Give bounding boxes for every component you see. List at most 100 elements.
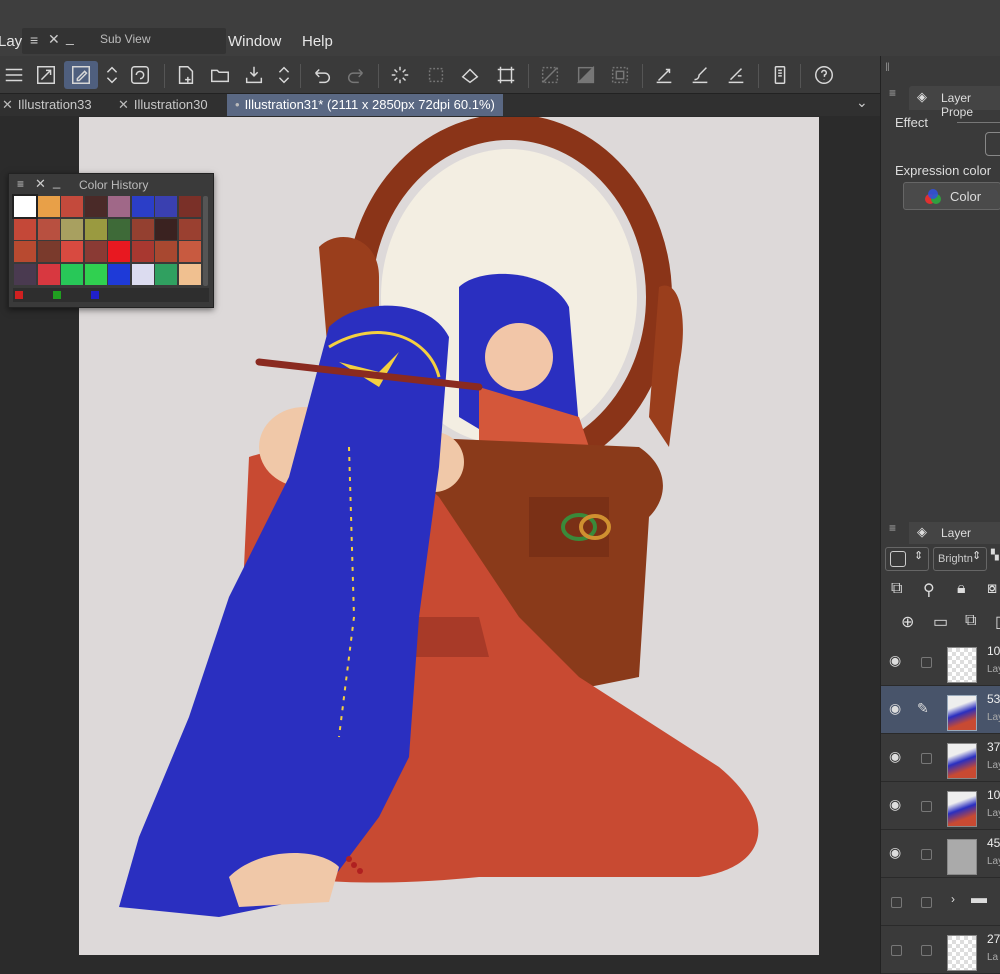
close-icon[interactable]: ✕ xyxy=(48,31,60,48)
visibility-checkbox[interactable] xyxy=(891,945,902,956)
color-swatch[interactable] xyxy=(37,263,60,285)
color-swatch[interactable] xyxy=(131,241,154,262)
lock-checkbox[interactable] xyxy=(921,753,932,764)
smartphone-icon[interactable] xyxy=(766,61,794,89)
color-swatch[interactable] xyxy=(155,196,177,217)
selection-icon[interactable] xyxy=(422,61,450,89)
color-swatch[interactable] xyxy=(155,263,177,285)
color-swatch[interactable] xyxy=(84,263,107,285)
brush-icon[interactable] xyxy=(686,61,714,89)
pen-line-icon[interactable] xyxy=(722,61,750,89)
close-icon[interactable]: ✕ xyxy=(2,97,13,112)
lock-checkbox[interactable] xyxy=(921,657,932,668)
layer-row[interactable]: ◉ 45 Lay xyxy=(881,830,1000,878)
color-swatch[interactable] xyxy=(178,218,201,240)
menu-grip-icon[interactable]: ≡ xyxy=(889,86,896,100)
close-icon[interactable]: ✕ xyxy=(35,176,46,192)
color-swatch[interactable] xyxy=(84,196,107,217)
color-swatch[interactable] xyxy=(155,218,177,240)
tab-layer-property[interactable]: ◈ Layer Prope xyxy=(909,86,1000,119)
lock-transparent-icon[interactable]: ⧇ xyxy=(987,580,997,598)
minimize-icon[interactable]: _ xyxy=(53,174,60,189)
tab-illustration31[interactable]: • Illustration31* (2111 x 2850px 72dpi 60… xyxy=(227,94,503,116)
layer-row[interactable]: › ▬ xyxy=(881,878,1000,926)
color-swatch[interactable] xyxy=(84,218,107,240)
chevron-right-icon[interactable]: › xyxy=(951,892,955,906)
layer-row[interactable]: ◉ 10 Lay xyxy=(881,638,1000,686)
color-swatch[interactable] xyxy=(61,263,83,285)
lock-checkbox[interactable] xyxy=(921,897,932,908)
color-swatch[interactable] xyxy=(178,241,201,262)
minimize-icon[interactable]: _ xyxy=(66,29,74,45)
color-swatch[interactable] xyxy=(61,218,83,240)
updown-stepper-icon[interactable]: ⇕ xyxy=(914,549,923,562)
layer-row[interactable]: 27 La xyxy=(881,926,1000,974)
new-raster-layer-icon[interactable]: ⊕ xyxy=(901,612,914,632)
open-folder-icon[interactable] xyxy=(206,61,234,89)
fill-bucket-icon[interactable] xyxy=(456,61,484,89)
lock-icon[interactable]: 🔒︎ xyxy=(957,580,966,598)
transform-icon[interactable] xyxy=(492,61,520,89)
color-swatch-small[interactable] xyxy=(91,291,99,299)
new-folder-icon[interactable]: ▭ xyxy=(933,612,948,632)
blend-shape-select[interactable]: ⇕ xyxy=(885,547,929,571)
eye-icon[interactable]: ◉ xyxy=(889,652,901,669)
close-icon[interactable]: ✕ xyxy=(118,97,129,112)
color-swatch[interactable] xyxy=(131,196,154,217)
fit-view-icon[interactable] xyxy=(32,61,60,89)
select-all-icon[interactable] xyxy=(606,61,634,89)
subview-palette-header[interactable]: ≡ ✕ _ Sub View xyxy=(22,28,226,54)
color-swatch[interactable] xyxy=(14,241,36,262)
invert-selection-icon[interactable] xyxy=(572,61,600,89)
color-mode-button[interactable]: Color xyxy=(903,182,1000,210)
reference-layer-icon[interactable]: ⚲ xyxy=(923,580,935,600)
eye-icon[interactable]: ◉ xyxy=(889,748,901,765)
loading-spinner-icon[interactable] xyxy=(386,61,414,89)
color-swatch[interactable] xyxy=(178,263,201,285)
eye-icon[interactable]: ◉ xyxy=(889,844,901,861)
color-swatch[interactable] xyxy=(84,241,107,262)
menu-grip-icon[interactable]: ≡ xyxy=(889,521,896,535)
visibility-checkbox[interactable] xyxy=(891,897,902,908)
lock-checkbox[interactable] xyxy=(921,801,932,812)
menu-window[interactable]: Window xyxy=(228,33,281,50)
redo-icon[interactable] xyxy=(342,61,370,89)
menu-grip-icon[interactable]: ≡ xyxy=(30,32,38,48)
color-swatch-small[interactable] xyxy=(53,291,61,299)
scrollbar[interactable] xyxy=(203,196,208,286)
color-swatch[interactable] xyxy=(37,196,60,217)
new-file-icon[interactable] xyxy=(172,61,200,89)
color-swatch[interactable] xyxy=(131,263,154,285)
eye-icon[interactable]: ◉ xyxy=(889,796,901,813)
panel-grip-icon[interactable]: ‖ xyxy=(885,60,890,74)
edit-pen-icon[interactable] xyxy=(64,61,98,89)
updown-stepper-icon[interactable] xyxy=(98,61,126,89)
lock-checkbox[interactable] xyxy=(921,945,932,956)
color-swatch[interactable] xyxy=(37,218,60,240)
lock-checkbox[interactable] xyxy=(921,849,932,860)
color-swatch[interactable] xyxy=(108,196,130,217)
color-swatch[interactable] xyxy=(37,241,60,262)
updown-stepper-icon[interactable]: ⇕ xyxy=(972,549,981,562)
color-swatch[interactable] xyxy=(108,241,130,262)
layer-row[interactable]: ◉ ✎ 53 Lay xyxy=(881,686,1000,734)
chevron-down-icon[interactable]: ⌄ xyxy=(856,94,868,111)
color-swatch-small[interactable] xyxy=(15,291,23,299)
hamburger-menu-icon[interactable] xyxy=(0,61,28,89)
color-swatch[interactable] xyxy=(14,263,36,285)
blend-mode-select[interactable]: Brightn ⇕ xyxy=(933,547,987,571)
color-swatch[interactable] xyxy=(131,218,154,240)
checker-icon[interactable]: ▚ xyxy=(991,550,999,561)
tab-illustration30[interactable]: ✕ Illustration30 xyxy=(118,94,208,116)
updown-stepper-icon[interactable] xyxy=(270,61,298,89)
layer-row[interactable]: ◉ 10 Lay xyxy=(881,782,1000,830)
clear-selection-icon[interactable] xyxy=(536,61,564,89)
menu-grip-icon[interactable]: ≡ xyxy=(17,177,24,191)
tab-illustration33[interactable]: ✕ Illustration33 xyxy=(2,94,92,116)
save-icon[interactable] xyxy=(240,61,268,89)
eye-icon[interactable]: ◉ xyxy=(889,700,901,717)
layer-row[interactable]: ◉ 37 Lay xyxy=(881,734,1000,782)
swirl-icon[interactable] xyxy=(126,61,154,89)
duplicate-layer-icon[interactable]: ⧉ xyxy=(965,612,976,630)
merge-layer-icon[interactable]: ▯ xyxy=(995,612,1000,632)
